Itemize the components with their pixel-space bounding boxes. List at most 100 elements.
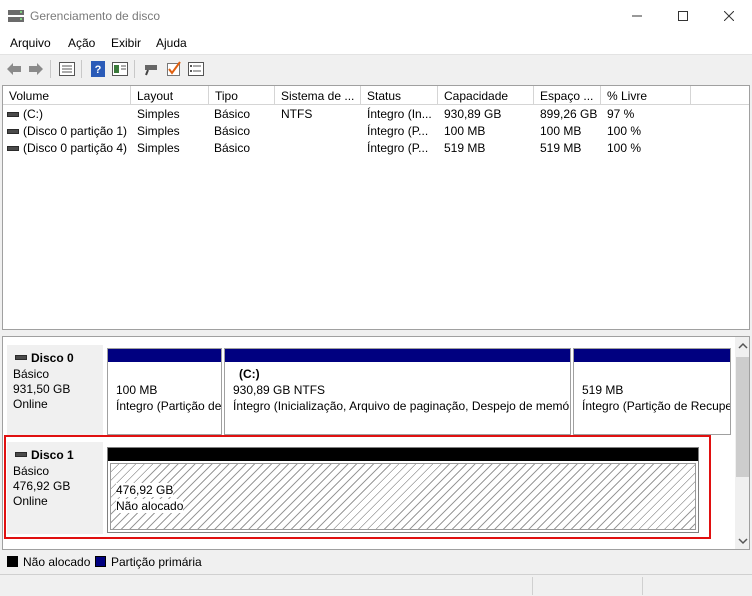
minimize-icon <box>632 15 642 17</box>
menu-acao[interactable]: Ação <box>68 36 95 50</box>
drive-icon <box>7 129 19 134</box>
capacity-cell: 519 MB <box>444 141 486 155</box>
legend-label-unallocated: Não alocado <box>23 555 91 569</box>
legend-swatch-unallocated <box>7 556 18 567</box>
volume-row[interactable]: (Disco 0 partição 4) Simples Básico Ínte… <box>3 140 749 157</box>
volume-cell: (Disco 0 partição 4) <box>23 141 128 155</box>
percent-free-cell: 100 % <box>607 141 642 155</box>
volume-cell: (C:) <box>23 107 43 121</box>
list-icon <box>188 62 204 76</box>
partition-status: Íntegro (Partição de Recuperação) <box>582 399 731 413</box>
close-icon <box>724 11 734 21</box>
layout-cell: Simples <box>137 141 180 155</box>
tipo-cell: Básico <box>214 141 251 155</box>
minimize-button[interactable] <box>614 0 660 32</box>
window-title: Gerenciamento de disco <box>30 9 161 23</box>
svg-text:?: ? <box>95 64 102 76</box>
status-bar <box>0 574 752 596</box>
tipo-cell: Básico <box>214 124 251 138</box>
close-button[interactable] <box>706 0 752 32</box>
partition-status: Íntegro (Partição de Sistema EFI) <box>116 399 222 413</box>
disk-type: Básico <box>13 367 50 381</box>
forward-button[interactable] <box>26 59 46 79</box>
help-icon: ? <box>91 61 105 77</box>
check-button[interactable] <box>164 59 184 79</box>
volume-row[interactable]: (C:) Simples Básico NTFS Íntegro (In... … <box>3 106 749 123</box>
toolbar: ? <box>0 54 752 82</box>
column-header-volume[interactable]: Volume <box>3 86 131 105</box>
back-button[interactable] <box>4 59 24 79</box>
disk-management-icon <box>8 10 24 22</box>
drive-icon <box>7 146 19 151</box>
volume-list-header: Volume Layout Tipo Sistema de ... Status… <box>3 86 749 105</box>
percent-free-cell: 97 % <box>607 107 635 121</box>
partition-size: 930,89 GB NTFS <box>233 383 326 397</box>
free-space-cell: 519 MB <box>540 141 582 155</box>
free-space-cell: 899,26 GB <box>540 107 598 121</box>
selection-highlight <box>4 435 711 539</box>
column-header-tipo[interactable]: Tipo <box>209 86 275 105</box>
maximize-button[interactable] <box>660 0 706 32</box>
menu-bar: Arquivo Ação Exibir Ajuda <box>0 32 752 54</box>
details-icon <box>59 62 75 76</box>
properties-button[interactable] <box>110 59 130 79</box>
layout-cell: Simples <box>137 124 180 138</box>
scroll-down-icon[interactable] <box>738 537 748 545</box>
connect-icon <box>145 65 157 76</box>
column-header-sistema[interactable]: Sistema de ... <box>275 86 361 105</box>
properties-icon <box>112 62 128 76</box>
drive-icon <box>7 112 19 117</box>
partition-size: 100 MB <box>116 383 158 397</box>
partition-color-bar <box>574 349 730 362</box>
status-cell: Íntegro (P... <box>367 141 429 155</box>
volume-cell: (Disco 0 partição 1) <box>23 124 128 138</box>
details-button[interactable] <box>57 59 77 79</box>
column-header-livre[interactable]: % Livre <box>601 86 691 105</box>
title-bar: Gerenciamento de disco <box>0 0 752 32</box>
percent-free-cell: 100 % <box>607 124 642 138</box>
scrollbar-thumb[interactable] <box>736 357 749 477</box>
back-icon <box>7 63 21 75</box>
layout-cell: Simples <box>137 107 180 121</box>
disk-0-partition-c[interactable]: (C:) 930,89 GB NTFS Íntegro (Inicializaç… <box>224 348 571 435</box>
filesystem-cell: NTFS <box>281 107 313 121</box>
partition-label: (C:) <box>239 367 260 381</box>
column-header-layout[interactable]: Layout <box>131 86 209 105</box>
partition-status: Íntegro (Inicialização, Arquivo de pagin… <box>233 399 570 413</box>
column-header-status[interactable]: Status <box>361 86 438 105</box>
help-button[interactable]: ? <box>88 59 108 79</box>
capacity-cell: 100 MB <box>444 124 486 138</box>
disk-0-partition-4[interactable]: 519 MB Íntegro (Partição de Recuperação) <box>573 348 731 435</box>
disk-name: Disco 0 <box>31 351 74 365</box>
menu-ajuda[interactable]: Ajuda <box>156 36 187 50</box>
volume-list: Volume Layout Tipo Sistema de ... Status… <box>2 85 750 330</box>
disk-0-info[interactable]: Disco 0 Básico 931,50 GB Online <box>7 345 103 437</box>
list-button[interactable] <box>186 59 206 79</box>
partition-color-bar <box>108 349 221 362</box>
legend-swatch-primary <box>95 556 106 567</box>
capacity-cell: 930,89 GB <box>444 107 502 121</box>
disk-size: 931,50 GB <box>13 382 71 396</box>
check-icon <box>167 61 181 76</box>
column-header-capacidade[interactable]: Capacidade <box>438 86 534 105</box>
volume-row[interactable]: (Disco 0 partição 1) Simples Básico Ínte… <box>3 123 749 140</box>
tipo-cell: Básico <box>214 107 251 121</box>
legend-label-primary: Partição primária <box>111 555 202 569</box>
disk-state: Online <box>13 397 48 411</box>
partition-size: 519 MB <box>582 383 624 397</box>
status-cell: Íntegro (In... <box>367 107 432 121</box>
menu-exibir[interactable]: Exibir <box>111 36 141 50</box>
disk-0-partition-1[interactable]: 100 MB Íntegro (Partição de Sistema EFI) <box>107 348 222 435</box>
forward-icon <box>29 63 43 75</box>
column-header-espaco[interactable]: Espaço ... <box>534 86 601 105</box>
disk-icon <box>15 355 27 360</box>
vertical-scrollbar[interactable] <box>735 337 749 549</box>
free-space-cell: 100 MB <box>540 124 582 138</box>
scroll-up-icon[interactable] <box>738 342 748 350</box>
connect-button[interactable] <box>142 59 162 79</box>
disk-management-window: Gerenciamento de disco Arquivo Ação Exib… <box>0 0 752 596</box>
status-cell: Íntegro (P... <box>367 124 429 138</box>
menu-arquivo[interactable]: Arquivo <box>10 36 51 50</box>
partition-color-bar <box>225 349 570 362</box>
legend: Não alocado Partição primária <box>0 552 752 572</box>
